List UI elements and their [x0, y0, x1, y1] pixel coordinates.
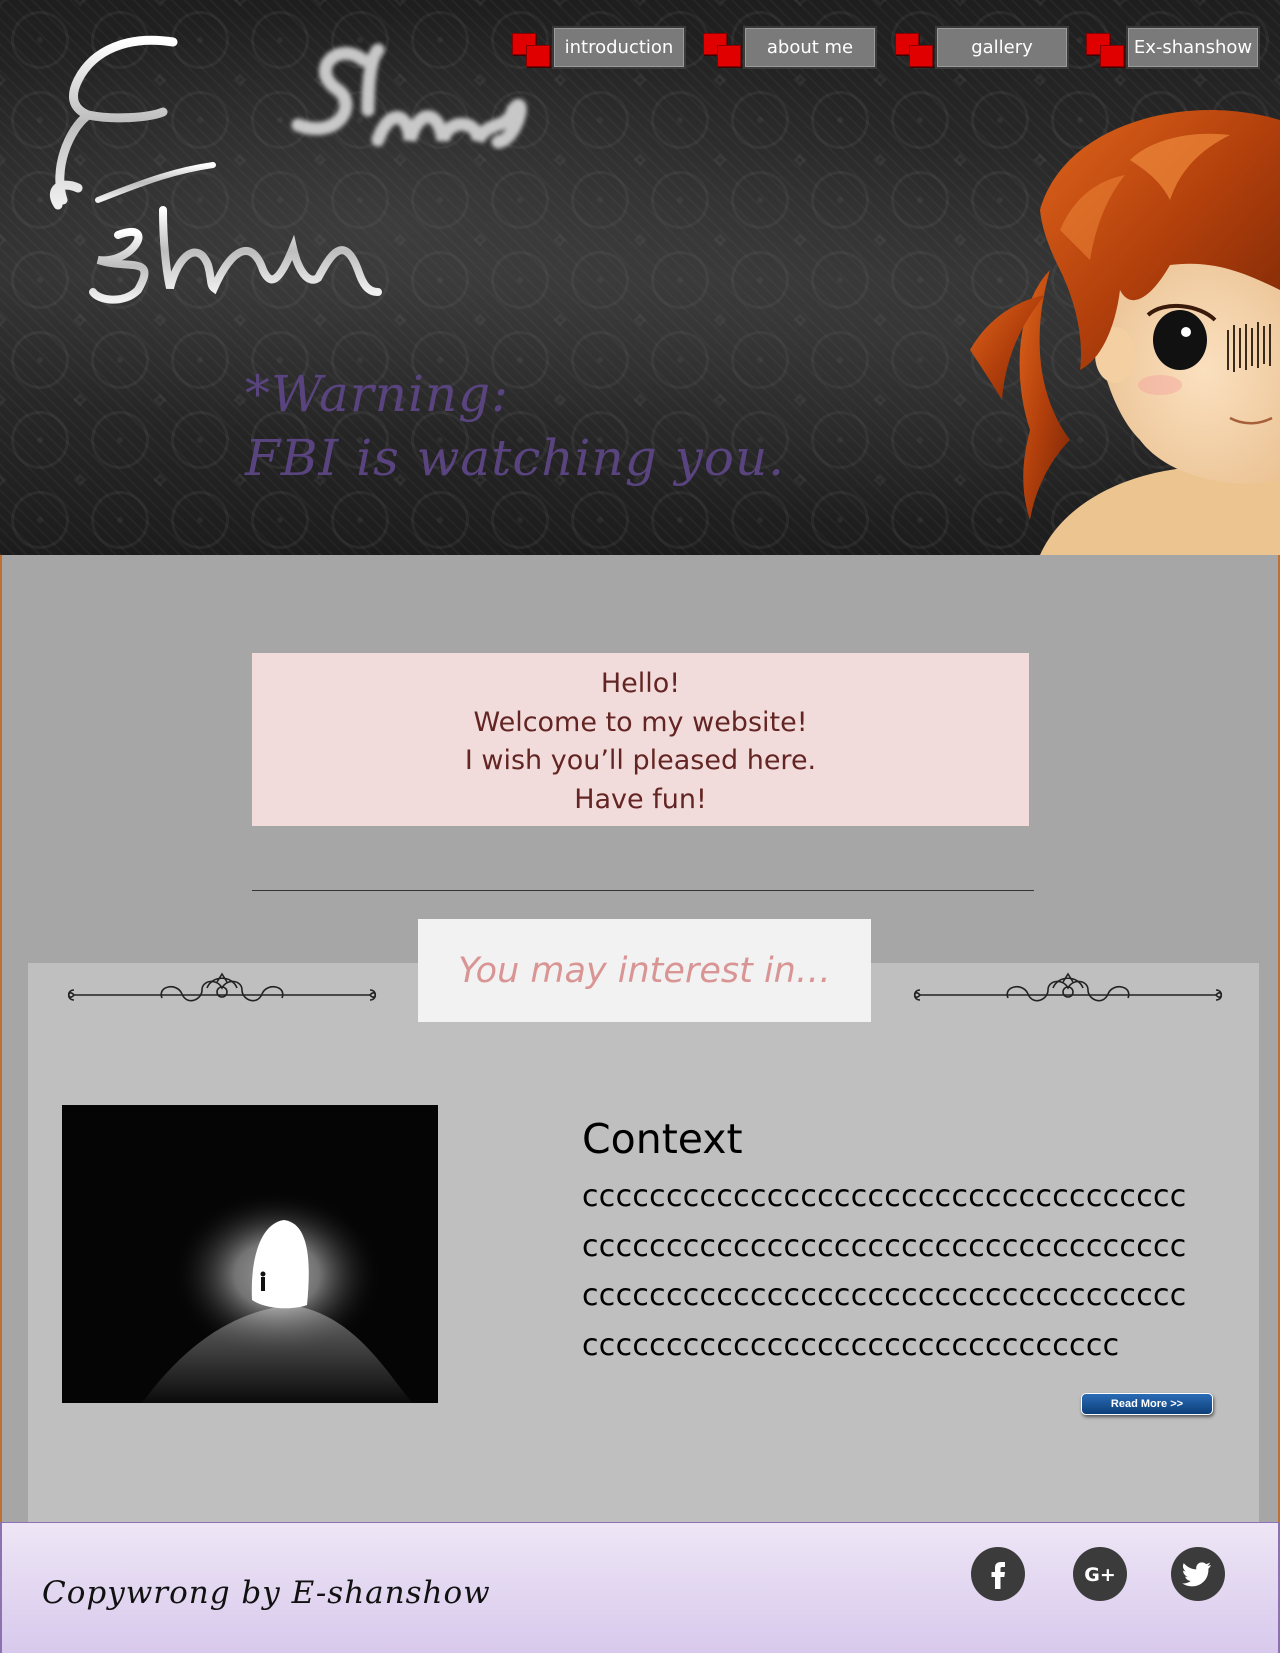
context-title: Context	[582, 1115, 743, 1163]
site-logo	[49, 35, 527, 304]
nav-ex-shanshow-button[interactable]: Ex-shanshow	[1126, 26, 1260, 69]
nav-gallery-button[interactable]: gallery	[935, 26, 1069, 69]
ornament-divider-right	[913, 972, 1223, 1002]
warning-line-1: *Warning:	[245, 365, 510, 423]
context-line: cccccccccccccccccccccccccccccccccccc	[582, 1179, 1187, 1214]
nav-deco-icon	[895, 33, 933, 69]
warning-line-2: FBI is watching you.	[245, 429, 786, 487]
ornament-divider-left	[67, 972, 377, 1002]
google-plus-icon[interactable]: G+	[1073, 1547, 1127, 1601]
anime-character-illustration	[970, 110, 1280, 555]
nav-deco-icon	[703, 33, 741, 69]
welcome-box: Hello! Welcome to my website! I wish you…	[252, 653, 1029, 826]
welcome-line: Have fun!	[574, 783, 707, 815]
tunnel-photo[interactable]	[62, 1105, 438, 1403]
read-more-button[interactable]: Read More >>	[1081, 1393, 1213, 1415]
nav-deco-icon	[512, 33, 550, 69]
site-header: introduction about me gallery Ex-shansho…	[0, 0, 1280, 555]
horizontal-divider	[252, 890, 1034, 891]
svg-text:G+: G+	[1084, 1564, 1116, 1586]
welcome-line: Welcome to my website!	[473, 706, 808, 738]
copyright-text: Copywrong by E-shanshow	[42, 1575, 491, 1611]
context-line: cccccccccccccccccccccccccccccccccccc	[582, 1228, 1187, 1264]
main-nav: introduction about me gallery Ex-shansho…	[0, 26, 1280, 72]
nav-introduction-button[interactable]: introduction	[552, 26, 686, 69]
site-footer: Copywrong by E-shanshow G+	[0, 1522, 1280, 1653]
twitter-icon[interactable]	[1171, 1547, 1225, 1601]
section-title: You may interest in…	[418, 919, 871, 1022]
nav-about-me-button[interactable]: about me	[743, 26, 877, 69]
context-line: cccccccccccccccccccccccccccccccc	[582, 1327, 1120, 1363]
welcome-line: I wish you’ll pleased here.	[464, 745, 817, 776]
nav-deco-icon	[1086, 33, 1124, 69]
warning-text: *Warning: FBI is watching you.	[245, 362, 885, 490]
facebook-icon[interactable]	[971, 1547, 1025, 1601]
context-body: cccccccccccccccccccccccccccccccccccc ccc…	[582, 1172, 1222, 1370]
welcome-line: Hello!	[600, 668, 681, 699]
context-line: cccccccccccccccccccccccccccccccccccc	[582, 1278, 1187, 1313]
